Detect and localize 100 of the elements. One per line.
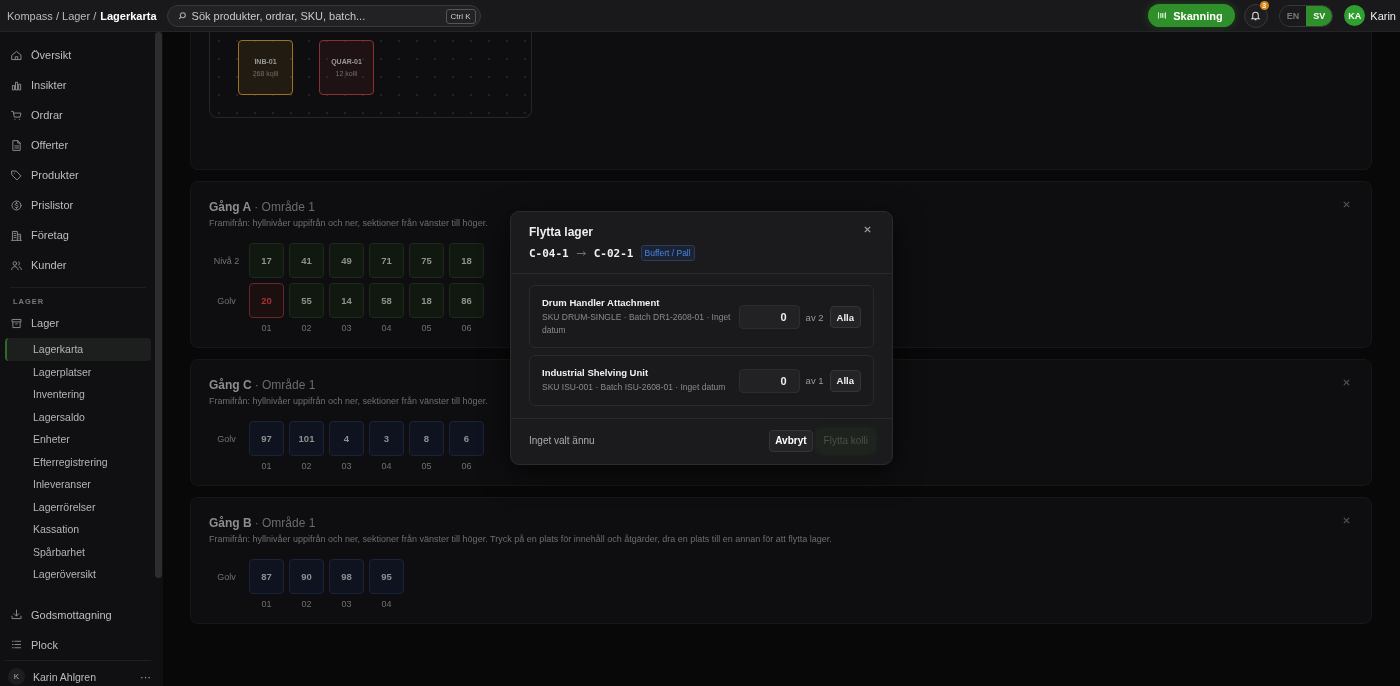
aisle-title: Gång A bbox=[209, 200, 252, 214]
section-number: 03 bbox=[340, 323, 353, 333]
available-count: av 1 bbox=[805, 375, 824, 387]
section-number: 06 bbox=[460, 461, 473, 471]
section-number: 04 bbox=[380, 323, 393, 333]
account-name: Karin Ahlgren bbox=[33, 670, 98, 683]
building-icon bbox=[10, 228, 23, 242]
nav-item[interactable]: Plock bbox=[5, 629, 151, 660]
item-name: Drum Handler Attachment bbox=[542, 297, 661, 308]
cart-icon bbox=[10, 108, 23, 122]
nav-item[interactable]: Kunder bbox=[5, 250, 151, 280]
shelf-slot[interactable]: 49 bbox=[329, 243, 364, 278]
nav-item[interactable]: Offerter bbox=[5, 130, 151, 160]
nav-item[interactable]: Ordrar bbox=[5, 100, 151, 130]
shelf-slot[interactable]: 58 bbox=[369, 283, 404, 318]
level-label: Golv bbox=[216, 571, 237, 582]
aisle-description: Framifrån: hyllnivåer uppifrån och ner, sektioner från vänster till höger. bbox=[209, 218, 489, 228]
item-details: SKU DRUM-SINGLE · Batch DR1-2608-01 · Inget datum bbox=[542, 311, 732, 338]
shelf-slot[interactable]: 8 bbox=[409, 421, 444, 456]
all-button[interactable]: Alla bbox=[829, 306, 861, 329]
level-label: Nivå 2 bbox=[212, 255, 241, 266]
available-count: av 2 bbox=[805, 311, 824, 323]
section-number: 05 bbox=[420, 461, 433, 471]
shelf-slot[interactable]: 98 bbox=[329, 559, 364, 594]
shelf-slot[interactable]: 41 bbox=[289, 243, 324, 278]
shelf-slot[interactable]: 86 bbox=[449, 283, 484, 318]
shelf-slot[interactable]: 101 bbox=[289, 421, 324, 456]
nav-subitem[interactable]: Lagerkarta bbox=[5, 338, 151, 361]
nav-item[interactable]: Produkter bbox=[5, 160, 151, 190]
nav-subitem[interactable]: Efterregistrering bbox=[5, 450, 151, 473]
document-icon bbox=[10, 138, 23, 152]
shelf-slot[interactable]: 14 bbox=[329, 283, 364, 318]
section-number: 02 bbox=[300, 323, 313, 333]
aisle-title: Gång B bbox=[209, 516, 252, 530]
people-icon bbox=[10, 258, 23, 272]
shelf-slot[interactable]: 95 bbox=[369, 559, 404, 594]
cancel-button[interactable]: Avbryt bbox=[769, 429, 813, 452]
list-icon bbox=[10, 638, 23, 651]
shelf-slot[interactable]: 4 bbox=[329, 421, 364, 456]
nav-subitem[interactable]: Enheter bbox=[5, 428, 151, 451]
nav-subitem[interactable]: Lagersaldo bbox=[5, 405, 151, 428]
search-icon bbox=[176, 10, 187, 21]
aisle-title: Gång C bbox=[209, 378, 252, 392]
close-icon[interactable] bbox=[863, 225, 872, 234]
arrow-icon bbox=[575, 249, 587, 257]
aisle-description: Framifrån: hyllnivåer uppifrån och ner, sektioner från vänster till höger. Tryck på en plats för innehåll och åtgärder, dra en plats till en annan för att flytta lager. bbox=[209, 534, 833, 544]
scan-button[interactable]: Skanning bbox=[1148, 4, 1235, 27]
nav-item[interactable]: Insikter bbox=[5, 70, 151, 100]
nav-subitem[interactable]: Lagerplatser bbox=[5, 360, 151, 383]
aisle-area: · Område 1 bbox=[254, 516, 316, 530]
section-number: 03 bbox=[340, 461, 353, 471]
shelf-slot[interactable]: 3 bbox=[369, 421, 404, 456]
nav-item[interactable]: Prislistor bbox=[5, 190, 151, 220]
shelf-slot[interactable]: 55 bbox=[289, 283, 324, 318]
section-number: 01 bbox=[260, 599, 273, 609]
aisle-area: · Område 1 bbox=[254, 378, 316, 392]
coin-icon bbox=[10, 198, 23, 212]
shelf-slot[interactable]: 18 bbox=[449, 243, 484, 278]
aisle-area: · Område 1 bbox=[254, 200, 315, 214]
section-number: 04 bbox=[380, 599, 393, 609]
shelf-slot[interactable]: 87 bbox=[249, 559, 284, 594]
shelf-slot[interactable]: 18 bbox=[409, 283, 444, 318]
section-number: 03 bbox=[340, 599, 353, 609]
target-location: C-02-1 bbox=[593, 246, 634, 260]
archive-icon bbox=[10, 316, 23, 330]
item-details: SKU ISU-001 · Batch ISU-2608-01 · Inget datum bbox=[542, 381, 727, 395]
nav-subitem[interactable]: Lagerrörelser bbox=[5, 495, 151, 518]
user-name: Karin bbox=[1370, 9, 1396, 22]
shelf-slot[interactable]: 6 bbox=[449, 421, 484, 456]
section-number: 02 bbox=[300, 599, 313, 609]
source-location: C-04-1 bbox=[529, 246, 569, 260]
breadcrumb-path[interactable]: Kompass / Lager / bbox=[7, 9, 97, 22]
section-number: 01 bbox=[260, 323, 273, 333]
nav-item[interactable]: Företag bbox=[5, 220, 151, 250]
shelf-slot[interactable]: 97 bbox=[249, 421, 284, 456]
section-number: 05 bbox=[420, 323, 433, 333]
nav-group[interactable]: Lager bbox=[5, 308, 151, 338]
quantity-field[interactable]: 0 bbox=[738, 368, 800, 393]
shelf-slot[interactable]: 75 bbox=[409, 243, 444, 278]
breadcrumb-current: Lagerkarta bbox=[100, 9, 157, 22]
scrollbar[interactable] bbox=[155, 32, 162, 578]
quantity-field[interactable]: 0 bbox=[738, 305, 800, 330]
nav-subitem[interactable]: Inventering bbox=[5, 383, 151, 406]
section-number: 01 bbox=[260, 461, 273, 471]
user-avatar[interactable]: KA bbox=[1344, 5, 1366, 26]
nav-subitem[interactable]: Kassation bbox=[5, 518, 151, 541]
shelf-slot[interactable]: 17 bbox=[249, 243, 284, 278]
nav-subitem[interactable]: Spårbarhet bbox=[5, 540, 151, 563]
level-label: Golv bbox=[216, 295, 237, 306]
section-number: 06 bbox=[460, 323, 473, 333]
nav-subitem[interactable]: Lageröversikt bbox=[5, 563, 151, 586]
shelf-slot[interactable]: 71 bbox=[369, 243, 404, 278]
all-button[interactable]: Alla bbox=[829, 369, 861, 392]
nav-item[interactable]: Godsmottagning bbox=[5, 599, 151, 630]
nav-item[interactable]: Översikt bbox=[5, 40, 151, 70]
more-menu[interactable]: ··· bbox=[140, 670, 151, 683]
shelf-slot[interactable]: 90 bbox=[289, 559, 324, 594]
nav-subitem[interactable]: Inleveranser bbox=[5, 473, 151, 496]
level-label: Golv bbox=[216, 433, 237, 444]
language-toggle[interactable]: SV bbox=[1306, 5, 1333, 26]
